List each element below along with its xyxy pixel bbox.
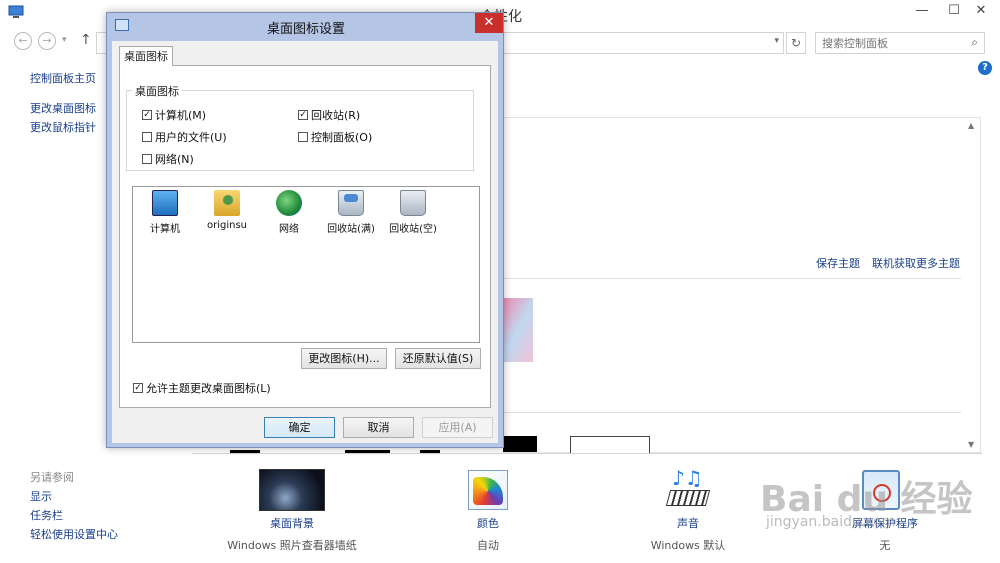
- checkbox-computer[interactable]: ✓ 计算机(M): [142, 107, 206, 123]
- close-button[interactable]: ✕: [964, 0, 998, 24]
- theme-thumbnail[interactable]: [503, 298, 533, 362]
- checkbox-computer-box[interactable]: ✓: [142, 110, 152, 120]
- forward-button[interactable]: →: [38, 32, 56, 50]
- color-thumbnail[interactable]: [468, 470, 508, 510]
- search-icon[interactable]: ⌕: [971, 35, 978, 50]
- minimize-button[interactable]: —: [906, 0, 938, 24]
- icon-list[interactable]: 计算机 originsu 网络 回收站(满) 回收站(空): [132, 186, 480, 343]
- icon-item-recycle-bin-empty[interactable]: 回收站(空): [385, 190, 441, 235]
- checkbox-user-files-box[interactable]: [142, 132, 152, 142]
- screen-saver-value: 无: [879, 539, 891, 552]
- checkbox-control-panel-box[interactable]: [298, 132, 308, 142]
- checkbox-control-panel[interactable]: 控制面板(O): [298, 129, 372, 145]
- get-more-themes-link[interactable]: 联机获取更多主题: [872, 255, 960, 271]
- sidebar-item-change-desktop-icons[interactable]: 更改桌面图标: [30, 100, 96, 116]
- themes-pane: [503, 117, 981, 453]
- icon-item-label: 计算机: [150, 224, 180, 235]
- color-value: 自动: [477, 539, 499, 552]
- recent-locations-icon[interactable]: ▾: [62, 35, 67, 45]
- dialog-close-button[interactable]: ✕: [475, 13, 503, 33]
- back-button[interactable]: ←: [14, 32, 32, 50]
- theme-thumbnail-dark[interactable]: [503, 436, 537, 452]
- up-button[interactable]: ↑: [80, 32, 92, 48]
- desktop-background-label[interactable]: 桌面背景: [222, 515, 362, 531]
- sidebar-item-control-panel-home[interactable]: 控制面板主页: [30, 70, 96, 86]
- themes-divider-bottom: [503, 412, 961, 413]
- sound-value: Windows 默认: [650, 539, 726, 552]
- checkbox-recycle-bin[interactable]: ✓ 回收站(R): [298, 107, 360, 123]
- icon-item-label: 回收站(满): [327, 224, 375, 235]
- recycle-bin-full-icon: [338, 190, 364, 216]
- piano-keys-icon: [665, 490, 711, 506]
- apply-button[interactable]: 应用(A): [422, 417, 493, 438]
- icon-item-label: originsu: [206, 220, 248, 231]
- checkbox-allow-theme-box[interactable]: ✓: [133, 383, 143, 393]
- dialog-title: 桌面图标设置: [266, 22, 345, 37]
- checkbox-user-files[interactable]: 用户的文件(U): [142, 129, 227, 145]
- icon-item-label: 回收站(空): [389, 224, 437, 235]
- user-folder-icon: [214, 190, 240, 216]
- sound-icon[interactable]: ♪♫: [665, 466, 711, 510]
- icon-item-label: 网络: [279, 224, 299, 235]
- help-icon[interactable]: ?: [978, 61, 992, 75]
- color-item[interactable]: 颜色 自动: [448, 515, 528, 553]
- color-fan-icon: [473, 477, 503, 505]
- icon-item-user[interactable]: originsu: [199, 190, 255, 231]
- color-label[interactable]: 颜色: [448, 515, 528, 531]
- checkbox-allow-theme-label: 允许主题更改桌面图标(L): [146, 382, 271, 395]
- checkbox-network-label: 网络(N): [155, 153, 194, 166]
- baidu-watermark-url: jingyan.baidu.com: [766, 514, 896, 530]
- cancel-button[interactable]: 取消: [343, 417, 414, 438]
- see-also-display[interactable]: 显示: [30, 488, 52, 504]
- desktop-background-item[interactable]: 桌面背景 Windows 照片查看器墙纸: [222, 515, 362, 553]
- scroll-up-icon[interactable]: ▲: [968, 121, 974, 130]
- recycle-bin-empty-icon: [400, 190, 426, 216]
- save-theme-link[interactable]: 保存主题: [816, 255, 860, 271]
- desktop-icon-settings-dialog: 桌面图标设置 ✕ 桌面图标 桌面图标 ✓ 计算机(M) ✓ 回收站(R) 用户的…: [106, 12, 504, 448]
- desktop-background-value: Windows 照片查看器墙纸: [227, 539, 357, 552]
- dialog-body: 桌面图标 桌面图标 ✓ 计算机(M) ✓ 回收站(R) 用户的文件(U) 控制面…: [112, 41, 498, 443]
- search-box[interactable]: ⌕: [815, 32, 985, 54]
- checkbox-user-files-label: 用户的文件(U): [155, 131, 227, 144]
- scroll-down-icon[interactable]: ▼: [968, 440, 974, 449]
- themes-divider: [503, 278, 961, 279]
- change-icon-button[interactable]: 更改图标(H)...: [301, 348, 387, 369]
- checkbox-allow-theme[interactable]: ✓ 允许主题更改桌面图标(L): [133, 380, 271, 396]
- checkbox-control-panel-label: 控制面板(O): [311, 131, 373, 144]
- icon-item-recycle-bin-full[interactable]: 回收站(满): [323, 190, 379, 235]
- theme-thumbnail-light[interactable]: [570, 436, 650, 454]
- desktop-background-thumbnail[interactable]: [259, 469, 325, 511]
- see-also-ease-of-access[interactable]: 轻松使用设置中心: [30, 526, 118, 542]
- sound-item[interactable]: 声音 Windows 默认: [642, 515, 734, 553]
- checkbox-network[interactable]: 网络(N): [142, 151, 194, 167]
- sidebar-item-change-mouse-pointer[interactable]: 更改鼠标指针: [30, 119, 96, 135]
- see-also-taskbar[interactable]: 任务栏: [30, 507, 63, 523]
- personalization-icon: [8, 5, 24, 19]
- sound-label[interactable]: 声音: [642, 515, 734, 531]
- address-dropdown-icon[interactable]: ▾: [774, 36, 779, 46]
- checkbox-recycle-bin-box[interactable]: ✓: [298, 110, 308, 120]
- checkbox-network-box[interactable]: [142, 154, 152, 164]
- pane-bottom-border: [192, 453, 982, 454]
- restore-default-button[interactable]: 还原默认值(S): [395, 348, 481, 369]
- groupbox-title: 桌面图标: [132, 83, 182, 99]
- see-also-heading: 另请参阅: [30, 471, 74, 484]
- checkbox-computer-label: 计算机(M): [155, 109, 207, 122]
- search-input[interactable]: [816, 33, 964, 53]
- icon-item-network[interactable]: 网络: [261, 190, 317, 235]
- tab-desktop-icons[interactable]: 桌面图标: [119, 46, 173, 66]
- refresh-button[interactable]: ↻: [786, 32, 806, 54]
- network-icon: [276, 190, 302, 216]
- ok-button[interactable]: 确定: [264, 417, 335, 438]
- checkbox-recycle-bin-label: 回收站(R): [311, 109, 361, 122]
- icon-item-computer[interactable]: 计算机: [137, 190, 193, 235]
- computer-icon: [152, 190, 178, 216]
